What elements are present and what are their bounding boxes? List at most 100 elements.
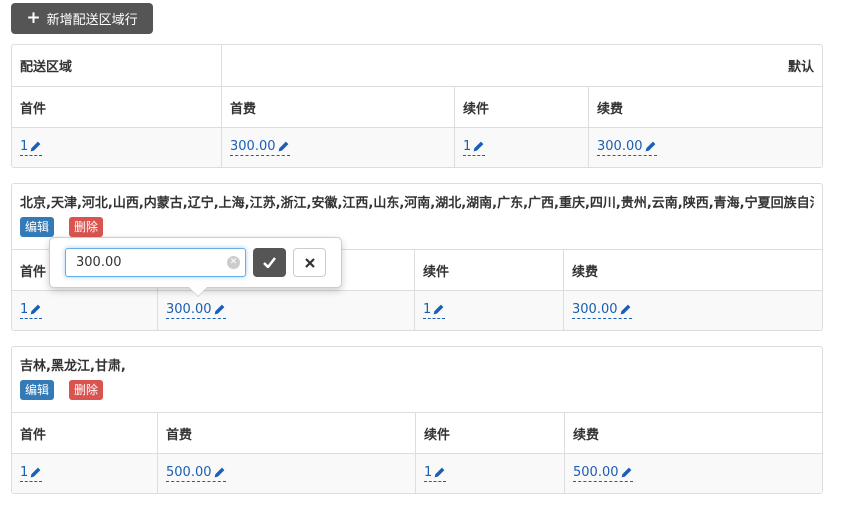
pencil-icon	[473, 141, 484, 152]
first-fee-editable[interactable]: 500.00	[166, 465, 226, 482]
header-label: 首件	[20, 427, 47, 443]
extra-item-editable[interactable]: 1	[423, 302, 446, 319]
extra-fee-value: 300.00	[572, 302, 618, 317]
region-action-buttons: 编辑 删除	[20, 217, 814, 237]
pencil-icon	[30, 304, 41, 315]
table-row: 1 500.00 1 500.00	[12, 453, 822, 493]
region-panel-2: 吉林,黑龙江,甘肃, 编辑 删除 首件 首费 续件 续费 1 500.00 1 …	[11, 346, 823, 494]
pencil-icon	[434, 467, 445, 478]
extra-fee-cell: 500.00	[564, 454, 822, 493]
header-label: 续费	[573, 427, 600, 443]
table-header-row: 首件 首费 续件 续费	[12, 412, 822, 453]
header-first-item: 首件	[12, 87, 221, 127]
pencil-icon	[645, 141, 655, 152]
header-label: 续费	[572, 264, 599, 280]
first-fee-value: 500.00	[166, 465, 212, 480]
extra-item-value: 1	[424, 465, 433, 480]
confirm-button[interactable]	[253, 248, 286, 277]
header-label: 首件	[20, 101, 47, 117]
extra-fee-value: 300.00	[597, 139, 643, 154]
header-label: 续件	[423, 264, 450, 280]
header-label: 首件	[20, 264, 47, 280]
header-first-item: 首件	[12, 413, 157, 453]
delete-region-button[interactable]: 删除	[69, 380, 104, 400]
pencil-icon	[214, 467, 224, 478]
first-item-editable[interactable]: 1	[20, 465, 43, 482]
first-item-cell: 1	[12, 128, 221, 167]
header-label: 续件	[424, 427, 451, 443]
add-region-row-button[interactable]: + 新增配送区域行	[11, 3, 153, 34]
clear-input-icon[interactable]: ✕	[227, 256, 240, 269]
table-header-row: 首件 首费 续件 续费	[12, 86, 822, 127]
table-row: 1 300.00 1 300.00	[12, 290, 822, 330]
first-fee-cell: 500.00	[157, 454, 415, 493]
header-label: 首费	[166, 427, 193, 443]
cancel-button[interactable]	[293, 248, 326, 277]
extra-item-editable[interactable]: 1	[463, 139, 486, 156]
checkmark-icon	[263, 257, 276, 268]
first-item-cell: 1	[12, 454, 157, 493]
first-item-cell: 1	[12, 291, 157, 330]
default-region-panel: 配送区域 默认 首件 首费 续件 续费 1 300.00 1 300.00	[11, 44, 823, 168]
popover-arrow-inner	[189, 287, 207, 296]
header-extra-fee: 续费	[564, 413, 822, 453]
extra-fee-cell: 300.00	[588, 128, 822, 167]
edit-region-button[interactable]: 编辑	[20, 217, 55, 237]
header-extra-fee: 续费	[588, 87, 822, 127]
header-extra-item: 续件	[454, 87, 588, 127]
extra-item-value: 1	[463, 139, 472, 154]
header-extra-item: 续件	[415, 413, 564, 453]
add-region-row-label: 新增配送区域行	[46, 13, 138, 28]
first-fee-value: 300.00	[166, 302, 212, 317]
header-first-fee: 首费	[157, 413, 415, 453]
first-fee-editable[interactable]: 300.00	[166, 302, 226, 319]
extra-item-cell: 1	[415, 454, 564, 493]
first-fee-cell: 300.00	[221, 128, 454, 167]
region-value-label: 默认	[787, 60, 814, 75]
pencil-icon	[621, 467, 631, 478]
header-first-fee: 首费	[221, 87, 454, 127]
first-fee-editable[interactable]: 300.00	[230, 139, 290, 156]
first-item-editable[interactable]: 1	[20, 302, 43, 319]
extra-fee-cell: 300.00	[563, 291, 822, 330]
pencil-icon	[30, 467, 41, 478]
inline-edit-input[interactable]	[65, 248, 246, 277]
region-action-buttons: 编辑 删除	[20, 380, 814, 400]
first-item-editable[interactable]: 1	[20, 139, 43, 156]
pencil-icon	[214, 304, 224, 315]
extra-fee-editable[interactable]: 500.00	[573, 465, 633, 482]
region-header-cell: 配送区域	[12, 45, 221, 86]
header-extra-item: 续件	[414, 250, 563, 290]
plus-icon: +	[26, 8, 41, 28]
inline-edit-popover: ✕	[49, 237, 342, 297]
first-item-value: 1	[20, 139, 29, 154]
header-label: 续费	[597, 101, 624, 117]
first-item-value: 1	[20, 465, 29, 480]
extra-item-cell: 1	[454, 128, 588, 167]
region-value-cell: 默认	[221, 45, 822, 86]
close-icon	[304, 257, 315, 268]
first-item-value: 1	[20, 302, 29, 317]
edit-region-button[interactable]: 编辑	[20, 380, 55, 400]
extra-fee-editable[interactable]: 300.00	[597, 139, 657, 156]
header-label: 首费	[230, 101, 257, 117]
region-panel-header: 吉林,黑龙江,甘肃, 编辑 删除	[12, 347, 822, 412]
pencil-icon	[620, 304, 630, 315]
extra-fee-editable[interactable]: 300.00	[572, 302, 632, 319]
pencil-icon	[278, 141, 288, 152]
region-list-text: 北京,天津,河北,山西,内蒙古,辽宁,上海,江苏,浙江,安徽,江西,山东,河南,…	[20, 196, 814, 211]
region-header-label: 配送区域	[20, 60, 73, 75]
extra-item-value: 1	[423, 302, 432, 317]
header-label: 续件	[463, 101, 490, 117]
header-extra-fee: 续费	[563, 250, 822, 290]
first-fee-value: 300.00	[230, 139, 276, 154]
extra-fee-value: 500.00	[573, 465, 619, 480]
extra-item-cell: 1	[414, 291, 563, 330]
pencil-icon	[433, 304, 444, 315]
region-list-text: 吉林,黑龙江,甘肃,	[20, 359, 126, 374]
table-row: 1 300.00 1 300.00	[12, 127, 822, 167]
pencil-icon	[30, 141, 41, 152]
delete-region-button[interactable]: 删除	[69, 217, 104, 237]
default-region-header-row: 配送区域 默认	[12, 45, 822, 86]
extra-item-editable[interactable]: 1	[424, 465, 447, 482]
